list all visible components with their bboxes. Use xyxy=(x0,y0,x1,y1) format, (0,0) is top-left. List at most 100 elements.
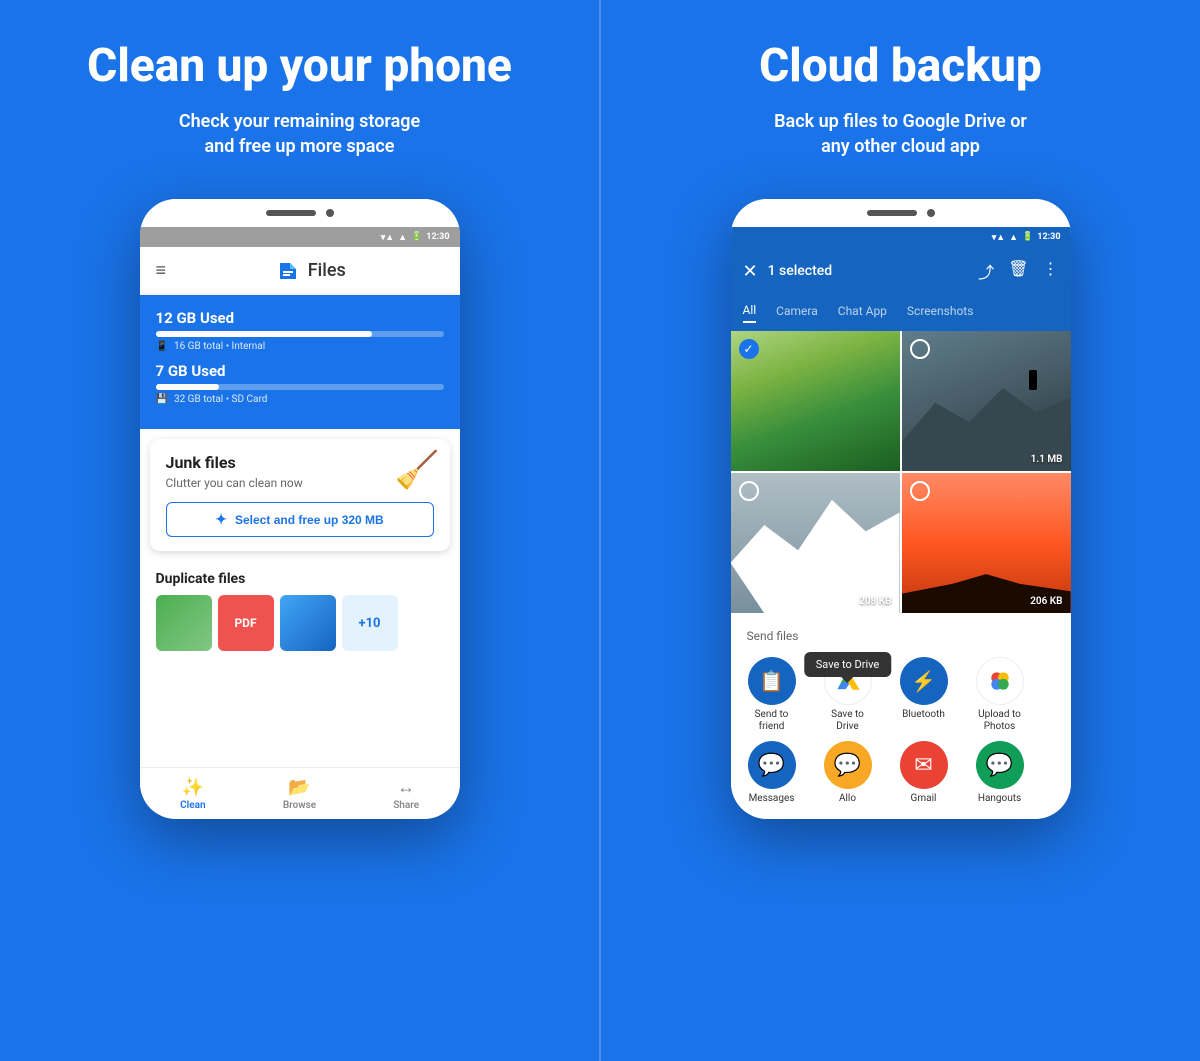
duplicate-section: Duplicate files PDF +10 xyxy=(140,561,460,657)
signal-icon-r: ▲ xyxy=(1009,232,1018,243)
app-bar-left: ≡ Files xyxy=(140,247,460,295)
photo-checkbox-3[interactable] xyxy=(739,481,759,501)
bluetooth-icon: ⚡ xyxy=(911,669,936,693)
sd-bar-fill xyxy=(156,384,219,390)
gmail-glyph: ✉ xyxy=(914,753,932,778)
share-icon: ↔ xyxy=(397,777,415,798)
nav-clean[interactable]: ✨ Clean xyxy=(140,777,247,811)
status-bar-right: ▾▲ ▲ 🔋 12:30 xyxy=(731,227,1071,247)
free-up-label: Select and free up 320 MB xyxy=(235,513,384,527)
storage-section: 12 GB Used 📱 16 GB total • Internal 7 GB… xyxy=(140,295,460,429)
upload-photos-circle xyxy=(976,657,1024,705)
right-subtitle: Back up files to Google Drive orany othe… xyxy=(774,109,1027,159)
bluetooth-label: Bluetooth xyxy=(902,709,945,721)
app-gmail[interactable]: ✉ Gmail xyxy=(893,741,955,805)
free-up-button[interactable]: ✦ Select and free up 320 MB xyxy=(166,502,434,537)
photo-size-2: 1.1 MB xyxy=(1031,454,1063,465)
tab-all[interactable]: All xyxy=(743,303,757,323)
sd-icon: 💾 xyxy=(156,394,168,405)
junk-card: Junk files Clutter you can clean now 🧹 ✦… xyxy=(150,439,450,551)
photo-grid: ✓ 1.1 MB 208 KB xyxy=(731,331,1071,613)
google-photos-icon xyxy=(987,668,1013,694)
photo-cell-4[interactable]: 206 KB xyxy=(902,473,1071,613)
camera-right xyxy=(927,209,935,217)
junk-subtitle: Clutter you can clean now xyxy=(166,476,434,490)
clean-icon: ✨ xyxy=(182,777,204,798)
left-panel: Clean up your phone Check your remaining… xyxy=(0,0,601,1061)
tab-screenshots[interactable]: Screenshots xyxy=(907,304,973,322)
app-bluetooth[interactable]: ⚡ Bluetooth xyxy=(893,657,955,721)
time-right: 12:30 xyxy=(1037,232,1060,242)
copy-icon: 📋 xyxy=(759,669,784,693)
app-messages[interactable]: 💬 Messages xyxy=(741,741,803,805)
phone-right: ▾▲ ▲ 🔋 12:30 ✕ 1 selected ⤴ 🗑 ⋮ All Came… xyxy=(731,199,1071,819)
internal-bar-bg xyxy=(156,331,444,337)
tab-chat-app[interactable]: Chat App xyxy=(838,304,887,322)
app-hangouts[interactable]: 💬 Hangouts xyxy=(969,741,1031,805)
allo-label: Allo xyxy=(839,793,856,805)
phone-top-right xyxy=(731,199,1071,227)
allo-glyph: 💬 xyxy=(834,753,861,778)
nav-share[interactable]: ↔ Share xyxy=(353,777,460,811)
photo-checkbox-1[interactable]: ✓ xyxy=(739,339,759,359)
browse-icon: 📂 xyxy=(288,777,310,798)
sd-bar-bg xyxy=(156,384,444,390)
nav-share-label: Share xyxy=(393,800,419,811)
share-toolbar-icon[interactable]: ⤴ xyxy=(978,259,994,283)
left-title: Clean up your phone xyxy=(87,40,512,93)
wifi-icon: ▾▲ xyxy=(381,232,394,243)
photo-cell-1[interactable]: ✓ xyxy=(731,331,900,471)
duplicate-title: Duplicate files xyxy=(156,571,444,587)
hangouts-icon: 💬 xyxy=(976,741,1024,789)
drive-tooltip: Save to Drive xyxy=(804,652,891,677)
bluetooth-icon-circle: ⚡ xyxy=(900,657,948,705)
photo-checkbox-2[interactable] xyxy=(910,339,930,359)
hamburger-icon[interactable]: ≡ xyxy=(156,260,167,281)
photo-checkbox-4[interactable] xyxy=(910,481,930,501)
status-bar-left: ▾▲ ▲ 🔋 12:30 xyxy=(140,227,460,247)
speaker-left xyxy=(266,210,316,216)
send-files-label: Send files xyxy=(731,623,1071,649)
photo-cell-3[interactable]: 208 KB xyxy=(731,473,900,613)
checkmark-icon: ✓ xyxy=(743,342,753,356)
delete-icon[interactable]: 🗑 xyxy=(1008,259,1028,283)
bottom-nav-left: ✨ Clean 📂 Browse ↔ Share xyxy=(140,767,460,819)
phone-top-left xyxy=(140,199,460,227)
app-name: Files xyxy=(308,260,346,281)
phone-icon: 📱 xyxy=(156,341,168,352)
allo-icon: 💬 xyxy=(824,741,872,789)
battery-icon: 🔋 xyxy=(411,232,422,242)
right-panel: Cloud backup Back up files to Google Dri… xyxy=(601,0,1200,1061)
tab-camera[interactable]: Camera xyxy=(776,304,818,322)
sparkle-icon: ✦ xyxy=(215,511,227,528)
nav-browse[interactable]: 📂 Browse xyxy=(246,777,353,811)
hangouts-glyph: 💬 xyxy=(986,753,1013,778)
dup-thumb-1 xyxy=(156,595,212,651)
app-allo[interactable]: 💬 Allo xyxy=(817,741,879,805)
files-app-icon xyxy=(276,259,300,283)
drive-label: Save toDrive xyxy=(831,709,864,733)
messages-glyph: 💬 xyxy=(758,753,785,778)
signal-icon: ▲ xyxy=(398,232,407,243)
upload-photos-label: Upload toPhotos xyxy=(978,709,1021,733)
close-icon[interactable]: ✕ xyxy=(743,261,758,282)
time-left: 12:30 xyxy=(426,232,449,242)
dup-thumb-more: +10 xyxy=(342,595,398,651)
phone-left: ▾▲ ▲ 🔋 12:30 ≡ Files 12 GB Used xyxy=(140,199,460,819)
person-silhouette xyxy=(1029,370,1037,390)
messages-label: Messages xyxy=(749,793,795,805)
apps-row-2: 💬 Messages 💬 Allo ✉ Gmail xyxy=(731,741,1071,813)
camera-left xyxy=(326,209,334,217)
send-friend-label: Send tofriend xyxy=(755,709,789,733)
app-upload-photos[interactable]: Upload toPhotos xyxy=(969,657,1031,733)
photo-tabs: All Camera Chat App Screenshots xyxy=(731,295,1071,331)
sd-storage-title: 7 GB Used xyxy=(156,362,444,380)
photo-cell-2[interactable]: 1.1 MB xyxy=(902,331,1071,471)
app-drive[interactable]: Save to Drive xyxy=(817,657,879,733)
nav-clean-label: Clean xyxy=(180,800,205,811)
more-icon[interactable]: ⋮ xyxy=(1043,259,1059,283)
sd-storage: 7 GB Used 💾 32 GB total • SD Card xyxy=(156,362,444,405)
apps-row-1: 📋 Send tofriend Save to Drive xyxy=(731,649,1071,741)
battery-icon-r: 🔋 xyxy=(1022,232,1033,242)
app-send-friend[interactable]: 📋 Send tofriend xyxy=(741,657,803,733)
